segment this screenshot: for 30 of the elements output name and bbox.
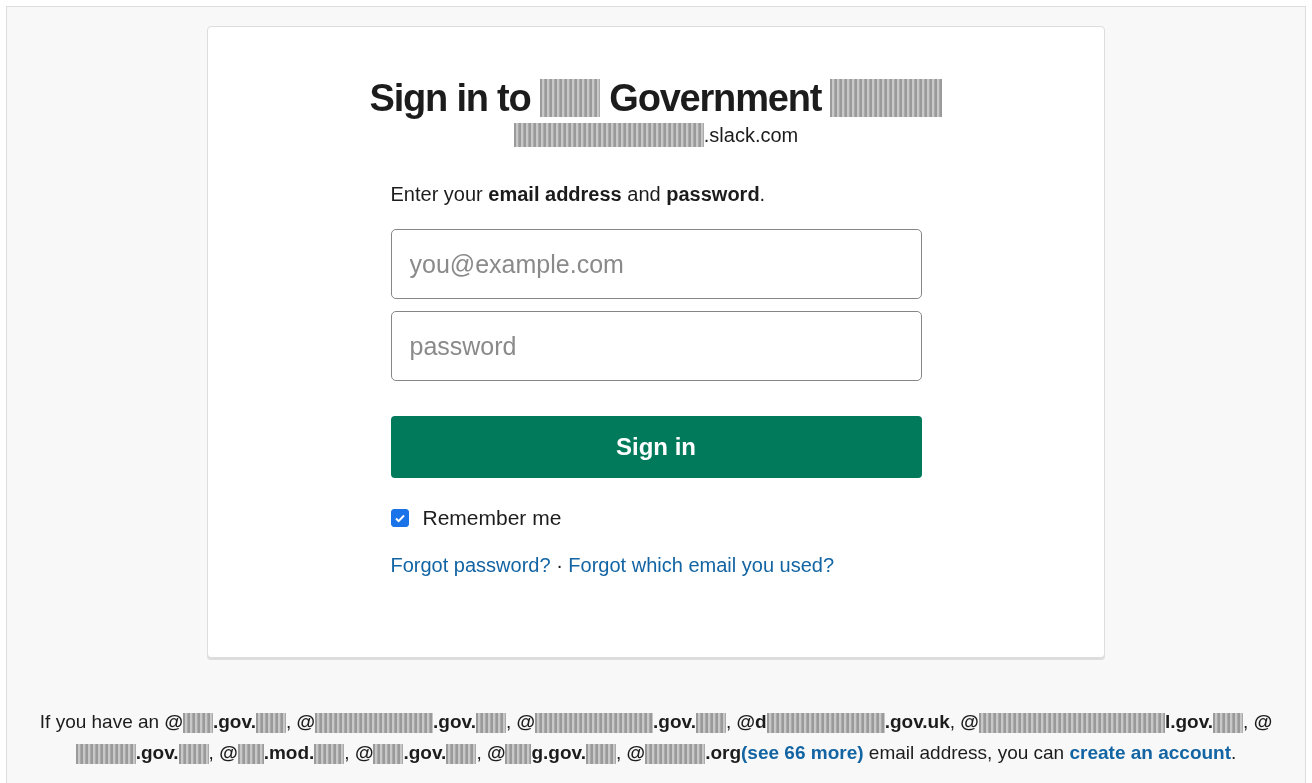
help-links: Forgot password? · Forgot which email you used? <box>390 554 836 577</box>
check-icon <box>393 512 406 524</box>
redaction-block <box>586 744 617 764</box>
redaction-block <box>373 744 404 764</box>
redaction-block <box>75 744 136 764</box>
redaction-block <box>178 744 209 764</box>
workspace-url: .slack.com <box>513 123 799 147</box>
text-link[interactable]: (see 66 more) <box>741 742 864 763</box>
text-link[interactable]: Forgot password? <box>390 554 551 576</box>
page-title: Sign in to Government <box>369 75 943 121</box>
redaction-block <box>539 79 600 117</box>
redaction-block <box>696 713 726 733</box>
redaction-block <box>314 744 345 764</box>
redaction-block <box>1213 713 1244 733</box>
text-link[interactable]: Forgot which email you used? <box>568 554 835 576</box>
redaction-block <box>446 744 477 764</box>
redaction-block <box>505 744 532 764</box>
password-field[interactable]: password <box>390 311 922 381</box>
signup-notice: If you have an @ .gov. , @ .gov. , @ .gov. , @d .gov.uk, @ l.gov. , @ .gov. , @ .mod. , @ .gov. , @ g.gov. , @ .org(see 66 more) email address, you can create an account. <box>38 710 1274 766</box>
redaction-block <box>183 713 213 733</box>
redaction-block <box>475 713 506 733</box>
redaction-block <box>255 713 286 733</box>
sign-in-button[interactable]: Sign in <box>390 416 922 478</box>
instruction-text: Enter your email address and password. <box>390 183 767 206</box>
remember-me-label: Remember me <box>422 506 562 530</box>
text-link[interactable]: create an account <box>1069 742 1232 763</box>
remember-checkbox[interactable] <box>390 509 409 527</box>
email-field[interactable]: you@example.com <box>390 229 922 299</box>
redaction-block <box>645 744 706 764</box>
redaction-block <box>237 744 264 764</box>
